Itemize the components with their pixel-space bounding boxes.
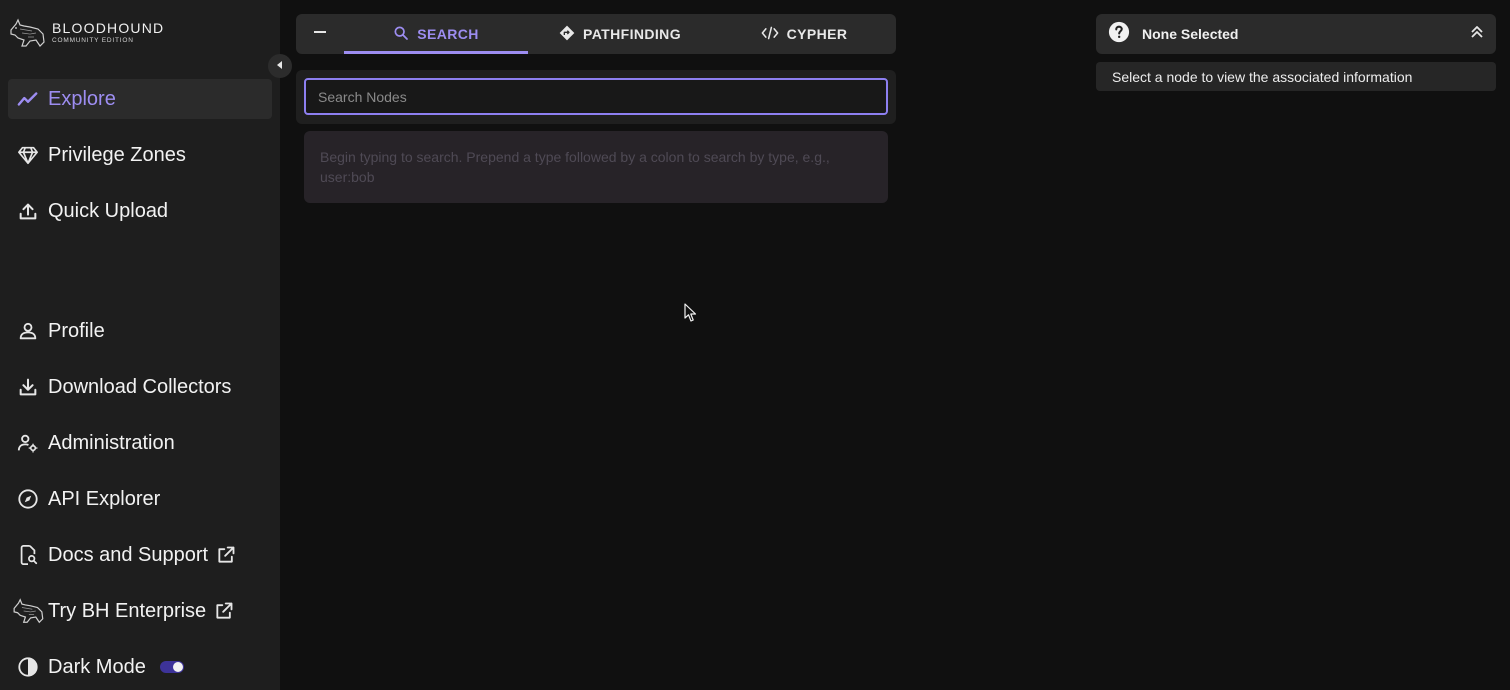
double-chevron-up-icon [1471,25,1483,38]
direction-icon [559,25,575,44]
tab-search[interactable]: SEARCH [344,14,528,54]
sidebar-item-label: API Explorer [48,487,161,510]
sidebar-item-label: Try BH Enterprise [48,599,207,622]
compass-icon [8,488,48,510]
sidebar-item-label: Quick Upload [48,199,169,222]
sidebar-item-quick-upload[interactable]: Quick Upload [8,191,272,231]
search-icon [393,25,409,44]
app-logo[interactable]: BLOODHOUND COMMUNITY EDITION [8,18,164,48]
sidebar-item-download-collectors[interactable]: Download Collectors [8,367,272,407]
sidebar-item-label: Profile [48,319,105,342]
code-icon [761,25,779,44]
sidebar-item-try-bh-enterprise[interactable]: Try BH Enterprise [8,591,272,631]
sidebar-item-profile[interactable]: Profile [8,311,272,351]
dark-mode-toggle[interactable] [159,661,184,673]
entity-info-header: None Selected [1096,14,1496,54]
gem-icon [8,144,48,166]
tab-label: CYPHER [786,26,848,42]
contrast-icon [8,656,48,678]
help-circle-icon [1108,21,1130,48]
search-nodes-input[interactable] [304,78,888,115]
sidebar-item-dark-mode[interactable]: Dark Mode [8,647,272,687]
tab-cypher[interactable]: CYPHER [712,14,896,54]
sidebar-item-label: Explore [48,87,116,110]
logo-subtitle: COMMUNITY EDITION [52,37,134,45]
bloodhound-logo-icon [8,598,48,624]
bloodhound-logo-icon [8,18,46,48]
minimize-panel-button[interactable] [296,14,344,54]
upload-icon [8,200,48,222]
sidebar-item-docs-and-support[interactable]: Docs and Support [8,535,272,575]
logo-title: BLOODHOUND [52,20,165,37]
download-icon [8,376,48,398]
person-icon [8,320,48,342]
sidebar-item-label: Privilege Zones [48,143,186,166]
tab-pathfinding[interactable]: PATHFINDING [528,14,712,54]
tab-label: PATHFINDING [583,26,681,42]
mouse-cursor-icon [684,303,698,328]
sidebar-item-label: Download Collectors [48,375,232,398]
search-hint: Begin typing to search. Prepend a type f… [304,131,888,203]
external-link-icon [216,545,236,565]
app-root: BLOODHOUND COMMUNITY EDITION Explore Pri… [0,0,1510,690]
sidebar-item-api-explorer[interactable]: API Explorer [8,479,272,519]
sidebar-item-administration[interactable]: Administration [8,423,272,463]
trend-line-icon [8,88,48,110]
entity-info-title: None Selected [1142,26,1239,42]
caret-left-icon [275,57,285,75]
collapse-sidebar-button[interactable] [268,54,292,78]
explore-tabbar: SEARCH PATHFINDING CYPHER [296,14,896,54]
sidebar-item-explore[interactable]: Explore [8,79,272,119]
minus-icon [313,25,327,44]
sidebar: BLOODHOUND COMMUNITY EDITION Explore Pri… [0,0,280,690]
external-link-icon [214,601,234,621]
document-search-icon [8,544,48,566]
collapse-info-button[interactable] [1470,25,1484,44]
tab-label: SEARCH [417,26,479,42]
sidebar-item-label: Dark Mode [48,655,146,678]
search-panel [296,70,896,124]
user-gear-icon [8,432,48,454]
sidebar-item-privilege-zones[interactable]: Privilege Zones [8,135,272,175]
sidebar-item-label: Administration [48,431,175,454]
sidebar-item-label: Docs and Support [48,543,209,566]
entity-info-body: Select a node to view the associated inf… [1096,62,1496,91]
